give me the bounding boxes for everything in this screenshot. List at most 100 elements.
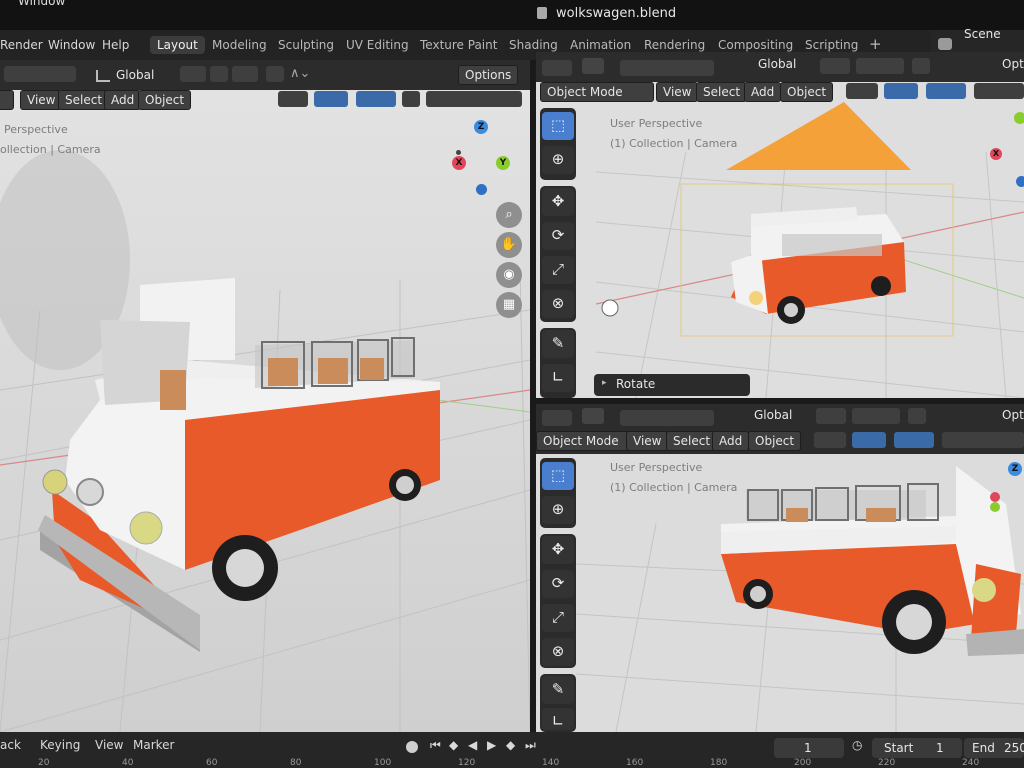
move-tool-br[interactable]: ✥ (542, 536, 574, 564)
annotate-tool-br[interactable]: ✎ (542, 676, 574, 704)
play-reverse-icon[interactable]: ◀ (468, 738, 477, 752)
orientation-dropdown[interactable]: Global (116, 68, 154, 82)
menu-view-br[interactable]: View (626, 431, 669, 451)
overlay-toggle-icon-tr[interactable] (926, 83, 966, 99)
tab-modeling[interactable]: Modeling (205, 36, 274, 54)
measure-tool-br[interactable]: ∟ (542, 708, 574, 730)
select-mode-icons-tr[interactable] (620, 60, 714, 76)
visibility-icon[interactable] (278, 91, 308, 107)
proportional-edit-icon[interactable] (266, 66, 284, 82)
cursor-tool[interactable]: ⊕ (542, 146, 574, 174)
scale-tool-br[interactable]: ⤢ (542, 604, 574, 632)
select-box-tool-br[interactable]: ⬚ (542, 462, 574, 490)
proportional-edit-icon-br[interactable] (908, 408, 926, 424)
gizmo-y-axis-br[interactable] (990, 502, 1000, 512)
menu-view[interactable]: View (20, 90, 63, 110)
snap-icon[interactable] (210, 66, 228, 82)
shading-icons-br[interactable] (942, 432, 1024, 448)
options-button-br[interactable]: Opti (1002, 408, 1024, 422)
zoom-icon[interactable]: ⌕ (496, 202, 522, 228)
tab-sculpting[interactable]: Sculpting (271, 36, 341, 54)
select-mode-icons[interactable] (4, 66, 76, 82)
current-frame-field[interactable]: 1 (774, 738, 844, 758)
editor-type-icon[interactable] (542, 60, 572, 76)
snap-icons-tr[interactable] (856, 58, 904, 74)
jump-end-icon[interactable]: ⏭ (525, 738, 536, 753)
camera-view-icon[interactable]: ◉ (496, 262, 522, 288)
rotate-tool-br[interactable]: ⟳ (542, 570, 574, 598)
select-mode-icons-br[interactable] (620, 410, 714, 426)
tab-uv-editing[interactable]: UV Editing (339, 36, 416, 54)
menu-add-tr[interactable]: Add (744, 82, 782, 102)
gizmo-toggle-icon[interactable] (314, 91, 348, 107)
annotate-tool[interactable]: ✎ (542, 330, 574, 358)
move-tool[interactable]: ✥ (542, 188, 574, 216)
menu-object-tr[interactable]: Object (780, 82, 834, 102)
menu-select-br[interactable]: Select (666, 431, 718, 451)
transform-tool[interactable]: ⊗ (542, 290, 574, 318)
gizmo-y-axis[interactable]: Y (496, 156, 510, 170)
object-mode-dropdown-br[interactable]: Object Mode (536, 431, 630, 451)
start-frame-field[interactable]: Start 1 (872, 738, 962, 758)
menu-window[interactable]: Window (48, 38, 95, 52)
pivot-icon-br[interactable] (816, 408, 846, 424)
viewport-left[interactable]: Global ∧⌄ Options View Select Add Object… (0, 60, 530, 732)
xray-icon[interactable] (402, 91, 420, 107)
shading-icons-tr[interactable] (974, 83, 1024, 99)
menu-select[interactable]: Select (58, 90, 110, 110)
timeline-menu-marker[interactable]: Marker (133, 738, 174, 752)
object-mode-dropdown-tr[interactable]: Object Mode (540, 82, 654, 102)
gizmo-x-axis-tr[interactable]: X (990, 148, 1002, 160)
gizmo-z-axis-tr[interactable] (1016, 176, 1024, 187)
menu-render[interactable]: Render (0, 38, 43, 52)
visibility-icon-br[interactable] (814, 432, 846, 448)
play-icon[interactable]: ▶ (487, 738, 496, 752)
options-button[interactable]: Options (458, 65, 519, 85)
measure-tool[interactable]: ∟ (542, 364, 574, 392)
record-icon[interactable] (406, 741, 418, 753)
menu-help[interactable]: Help (102, 38, 129, 52)
viewport-bottom-right[interactable]: Global Opti Object Mode View Select Add … (536, 404, 1024, 732)
rotate-tool[interactable]: ⟳ (542, 222, 574, 250)
gizmo-y-axis-tr[interactable] (1014, 112, 1024, 124)
gizmo-neg-z[interactable] (476, 184, 487, 195)
mode-dropdown-cut[interactable] (0, 90, 14, 110)
snap-target-icon[interactable] (232, 66, 258, 82)
options-button-tr[interactable]: Opti (1002, 57, 1024, 71)
timeline-menu-playback[interactable]: ack (0, 738, 21, 752)
gizmo-z-axis[interactable]: Z (474, 120, 488, 134)
shading-mode-icons[interactable] (426, 91, 522, 107)
orientation-dropdown-tr[interactable]: Global (758, 57, 796, 71)
gizmo-toggle-icon-br[interactable] (852, 432, 886, 448)
select-box-tool[interactable]: ⬚ (542, 112, 574, 140)
pan-hand-icon[interactable]: ✋ (496, 232, 522, 258)
pivot-icon[interactable] (180, 66, 206, 82)
stopwatch-icon[interactable]: ◷ (852, 738, 862, 752)
gizmo-z-axis-br[interactable]: Z (1008, 462, 1022, 476)
orientation-dropdown-br[interactable]: Global (754, 408, 792, 422)
timeline-ruler[interactable]: 20 40 60 80 100 120 140 160 180 200 220 240 (0, 758, 1024, 768)
gizmo-toggle-icon-tr[interactable] (884, 83, 918, 99)
falloff-icon[interactable]: ∧⌄ (290, 66, 310, 81)
cursor-tool-br[interactable]: ⊕ (542, 496, 574, 524)
timeline-menu-view[interactable]: View (95, 738, 123, 752)
proportional-edit-icon-tr[interactable] (912, 58, 930, 74)
menu-add-br[interactable]: Add (712, 431, 750, 451)
viewport-top-right[interactable]: Global Opti Object Mode View Select Add … (536, 52, 1024, 398)
menu-add[interactable]: Add (104, 90, 142, 110)
menu-object-br[interactable]: Object (748, 431, 802, 451)
next-keyframe-icon[interactable]: ◆ (506, 738, 515, 752)
overlay-toggle-icon[interactable] (356, 91, 396, 107)
overlay-toggle-icon-br[interactable] (894, 432, 934, 448)
scale-tool[interactable]: ⤢ (542, 256, 574, 284)
transform-tool-br[interactable]: ⊗ (542, 638, 574, 666)
grid-view-icon[interactable]: ▦ (496, 292, 522, 318)
timeline-menu-keying[interactable]: Keying (40, 738, 80, 752)
menu-view-tr[interactable]: View (656, 82, 699, 102)
tab-texture-paint[interactable]: Texture Paint (413, 36, 504, 54)
menu-object[interactable]: Object (138, 90, 192, 110)
gizmo-x-axis[interactable]: X (452, 156, 466, 170)
prev-keyframe-icon[interactable]: ◆ (449, 738, 458, 752)
tab-layout[interactable]: Layout (150, 36, 205, 54)
editor-type-icon-br[interactable] (542, 410, 572, 426)
